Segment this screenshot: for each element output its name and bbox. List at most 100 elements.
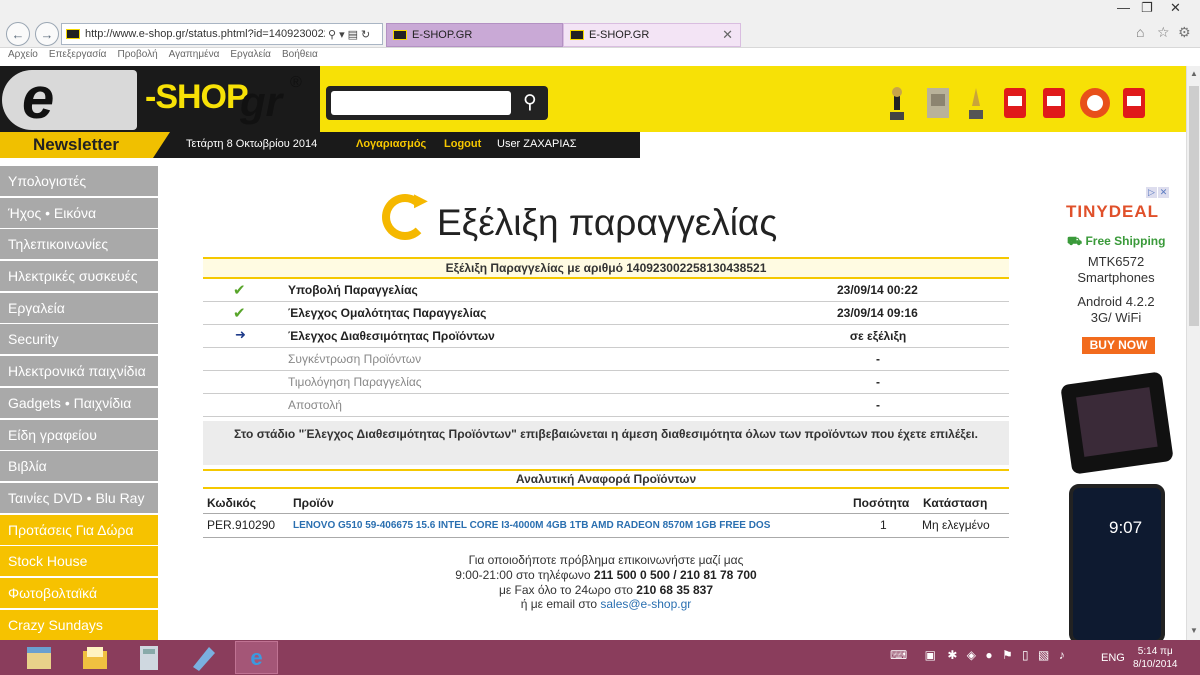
menu-favorites[interactable]: Αγαπημένα xyxy=(169,49,220,66)
sidebar-item-stock-house[interactable]: Stock House xyxy=(0,546,158,577)
close-window-icon[interactable]: ✕ xyxy=(1170,0,1181,16)
newsletter-button[interactable]: Newsletter xyxy=(0,132,170,158)
bluetooth-icon[interactable]: ✱ xyxy=(947,648,957,662)
contact-info: Για οποιοδήποτε πρόβλημα επικοινωνήστε μ… xyxy=(203,553,1009,612)
menu-edit[interactable]: Επεξεργασία xyxy=(49,49,107,66)
sidebar-item-security[interactable]: Security xyxy=(0,324,158,355)
network-icon[interactable]: ▧ xyxy=(1038,648,1049,662)
favorites-star-icon[interactable]: ☆ xyxy=(1157,24,1170,41)
award-badge-icon xyxy=(1002,86,1028,122)
menu-file[interactable]: Αρχείο xyxy=(8,49,38,66)
language-indicator[interactable]: ENG xyxy=(1101,652,1125,664)
tray-app-icon[interactable]: ▣ xyxy=(925,648,936,662)
sidebar-item-computers[interactable]: Υπολογιστές xyxy=(0,166,158,196)
pen-app-icon[interactable] xyxy=(186,643,219,673)
restore-icon[interactable]: ❐ xyxy=(1141,0,1153,16)
tray-app-icon[interactable]: ◈ xyxy=(967,648,976,662)
col-quantity: Ποσότητα xyxy=(853,496,910,510)
search-icon[interactable]: ⚲ xyxy=(516,89,544,117)
gear-icon[interactable]: ⚙ xyxy=(1178,24,1191,41)
product-report-title: Αναλυτική Αναφορά Προϊόντων xyxy=(203,469,1009,489)
tab-eshop-1[interactable]: E-SHOP.GR xyxy=(386,23,563,47)
order-number-header: Εξέλιξη Παραγγελίας με αριθμό 1409230022… xyxy=(203,257,1009,279)
calculator-icon[interactable] xyxy=(132,643,165,673)
step-label: Έλεγχος Ομαλότητας Παραγγελίας xyxy=(288,306,487,320)
ad-buy-now-button[interactable]: BUY NOW xyxy=(1082,337,1155,354)
product-code: PER.910290 xyxy=(207,518,276,532)
sidebar-item-gifts[interactable]: Προτάσεις Για Δώρα xyxy=(0,514,158,545)
account-link[interactable]: Λογαριασμός xyxy=(356,138,426,150)
file-explorer-icon[interactable] xyxy=(78,643,111,673)
col-status: Κατάσταση xyxy=(923,496,988,510)
product-link[interactable]: LENOVO G510 59-406675 15.6 INTEL CORE I3… xyxy=(293,520,770,531)
sidebar-item-photovoltaic[interactable]: Φωτοβολταϊκά xyxy=(0,577,158,608)
step-label: Συγκέντρωση Προϊόντων xyxy=(288,352,422,366)
back-button[interactable]: ← xyxy=(6,22,30,46)
store-icon[interactable] xyxy=(22,643,55,673)
step-label: Υποβολή Παραγγελίας xyxy=(288,283,418,297)
tray-app-icon[interactable]: ● xyxy=(985,648,992,662)
search-icon[interactable]: ⚲ xyxy=(328,28,336,41)
sidebar-item-video-games[interactable]: Ηλεκτρονικά παιχνίδια xyxy=(0,356,158,387)
refresh-icon[interactable]: ↻ xyxy=(361,28,370,41)
menu-view[interactable]: Προβολή xyxy=(117,49,157,66)
ad-shipping: ⛟ Free Shipping xyxy=(1067,234,1166,248)
table-row: PER.910290 LENOVO G510 59-406675 15.6 IN… xyxy=(203,514,1009,538)
product-quantity: 1 xyxy=(880,518,887,532)
scroll-thumb[interactable] xyxy=(1189,86,1199,326)
award-badge-icon xyxy=(1078,86,1112,122)
site-search: ⚲ xyxy=(326,86,548,120)
address-bar[interactable]: http://www.e-shop.gr/status.phtml?id=140… xyxy=(61,23,383,45)
volume-icon[interactable]: ♪ xyxy=(1059,648,1065,662)
col-product: Προϊόν xyxy=(293,496,334,510)
sidebar-item-crazy-sundays[interactable]: Crazy Sundays xyxy=(0,609,158,640)
sidebar-item-appliances[interactable]: Ηλεκτρικές συσκευές xyxy=(0,261,158,292)
refresh-progress-icon: ▶ xyxy=(382,190,428,240)
address-url[interactable]: http://www.e-shop.gr/status.phtml?id=140… xyxy=(85,28,325,40)
compat-view-icon[interactable]: ▤ xyxy=(348,28,358,41)
vertical-scrollbar[interactable]: ▲ ▼ xyxy=(1186,66,1200,640)
sidebar-item-dvd[interactable]: Ταινίες DVD • Blu Ray xyxy=(0,482,158,513)
ad-info-icon[interactable]: ▷ xyxy=(1146,187,1157,198)
ad-brand: TINYDEAL xyxy=(1066,202,1159,221)
clock[interactable]: 5:14 πμ 8/10/2014 xyxy=(1133,645,1178,671)
sidebar-item-books[interactable]: Βιβλία xyxy=(0,451,158,482)
home-icon[interactable]: ⌂ xyxy=(1136,24,1144,40)
sidebar-item-office[interactable]: Είδη γραφείου xyxy=(0,419,158,450)
award-statue-icon xyxy=(965,86,987,122)
close-tab-icon[interactable]: ✕ xyxy=(722,27,733,43)
scroll-down-icon[interactable]: ▼ xyxy=(1190,626,1198,635)
current-date: Τετάρτη 8 Οκτωβρίου 2014 xyxy=(186,138,318,150)
site-search-input[interactable] xyxy=(331,91,511,115)
sidebar-item-tools[interactable]: Εργαλεία xyxy=(0,292,158,323)
status-row: ✔ Έλεγχος Ομαλότητας Παραγγελίας 23/09/1… xyxy=(203,302,1009,325)
arrow-right-icon: ➜ xyxy=(235,327,246,342)
step-date: 23/09/14 00:22 xyxy=(837,283,918,297)
status-row: ➜ Έλεγχος Διαθεσιμότητας Προϊόντων σε εξ… xyxy=(203,325,1009,348)
menu-help[interactable]: Βοήθεια xyxy=(282,49,318,66)
award-badge-icon xyxy=(1121,86,1147,122)
sidebar-item-telecom[interactable]: Τηλεπικοινωνίες xyxy=(0,229,158,260)
clock-time: 5:14 πμ xyxy=(1137,646,1173,657)
dropdown-icon[interactable]: ▾ xyxy=(339,28,345,41)
tab-label: E-SHOP.GR xyxy=(412,29,473,41)
keyboard-icon[interactable]: ⌨ xyxy=(890,648,907,662)
minimize-icon[interactable]: — xyxy=(1117,0,1130,15)
step-label: Αποστολή xyxy=(288,398,342,412)
tab-eshop-2[interactable]: E-SHOP.GR ✕ xyxy=(563,23,741,47)
system-tray: ⌨ ▣ ✱ ◈ ● ⚑ ▯ ▧ ♪ xyxy=(890,648,1065,662)
contact-fax-label: με Fax όλο το 24ωρο στο xyxy=(498,582,637,597)
logout-link[interactable]: Logout xyxy=(444,138,481,150)
internet-explorer-icon[interactable]: e xyxy=(240,643,273,673)
product-table-header: Κωδικός Προϊόν Ποσότητα Κατάσταση xyxy=(203,492,1009,514)
sidebar-item-sound-image[interactable]: Ήχος • Εικόνα xyxy=(0,197,158,228)
email-link[interactable]: sales@e-shop.gr xyxy=(600,597,691,611)
forward-button[interactable]: → xyxy=(35,22,59,46)
flag-icon[interactable]: ⚑ xyxy=(1002,648,1013,662)
menu-bar: Αρχείο Επεξεργασία Προβολή Αγαπημένα Εργ… xyxy=(0,49,1200,66)
battery-icon[interactable]: ▯ xyxy=(1022,648,1029,662)
scroll-up-icon[interactable]: ▲ xyxy=(1190,69,1198,78)
menu-tools[interactable]: Εργαλεία xyxy=(230,49,271,66)
sidebar-item-gadgets[interactable]: Gadgets • Παιχνίδια xyxy=(0,387,158,418)
ad-close-icon[interactable]: ✕ xyxy=(1158,187,1169,198)
